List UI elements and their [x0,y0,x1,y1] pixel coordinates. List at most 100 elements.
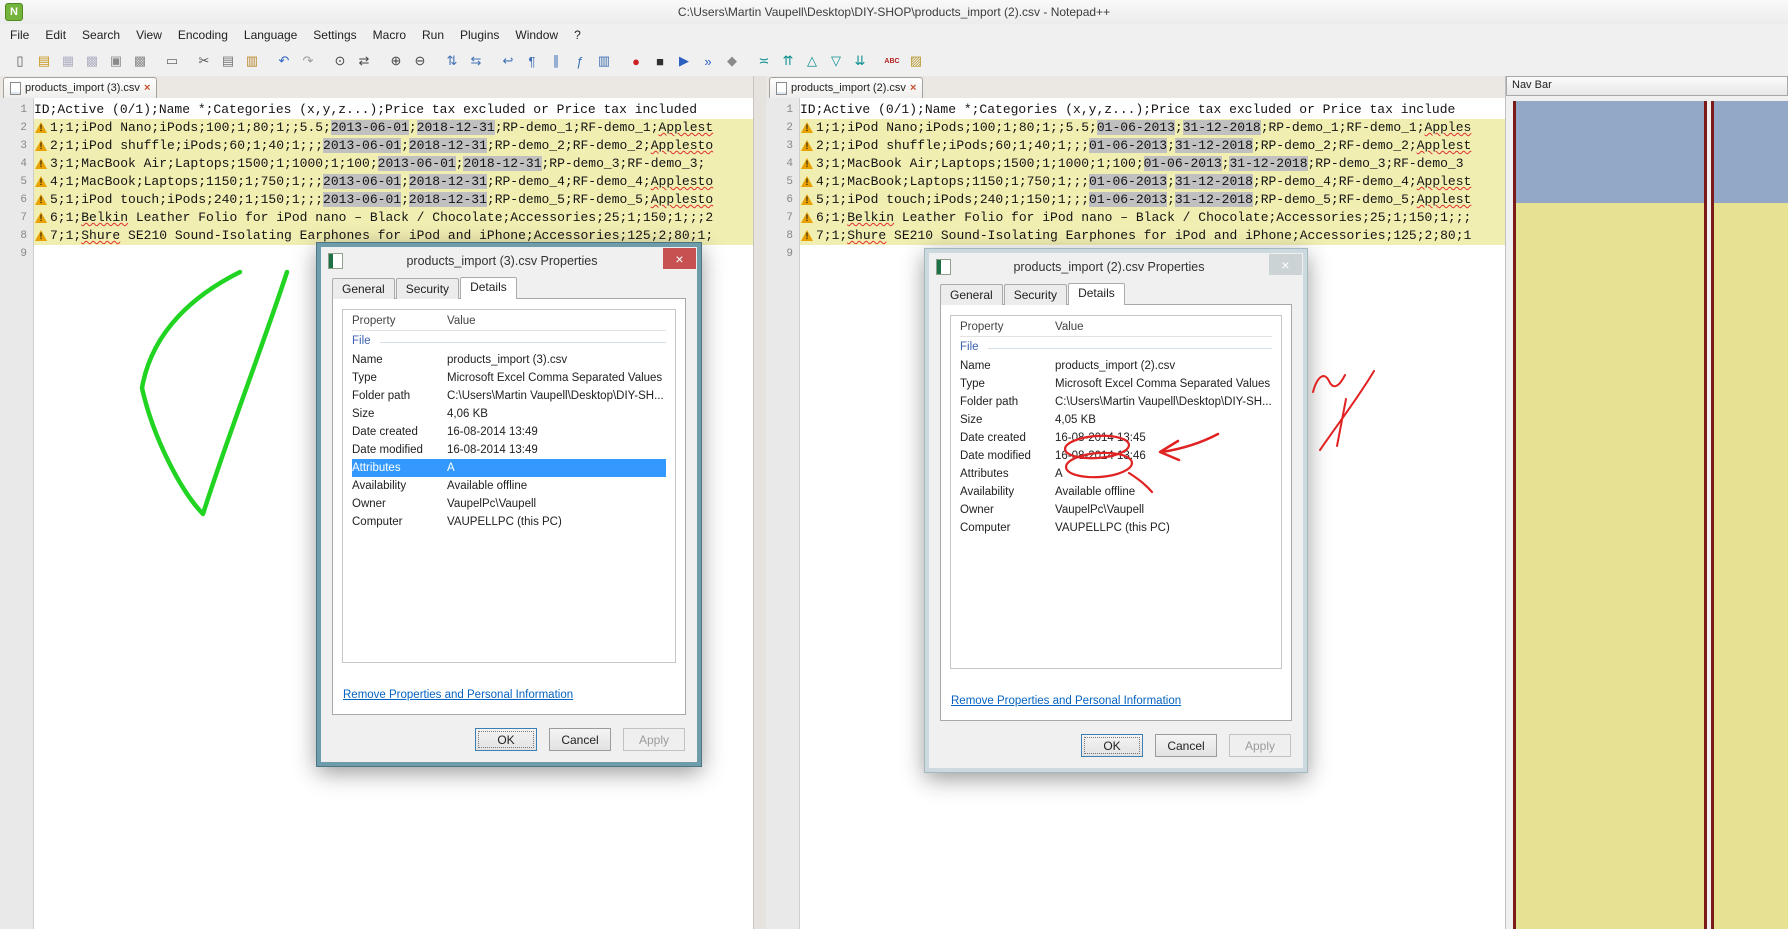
property-row-date-created[interactable]: Date created 16-08-2014 13:45 [960,429,1272,447]
menu-help[interactable]: ? [566,25,589,45]
new-file-icon[interactable]: ▯ [9,50,31,72]
property-row-owner[interactable]: Owner VaupelPc\Vaupell [960,501,1272,519]
sync-vertical-scroll-icon[interactable]: ⇅ [441,50,463,72]
nav-map-right-file[interactable] [1711,101,1788,929]
workspace: products_import (3).csv × 1 2 3 4 5 6 7 8 9 ID;A… [0,76,1788,929]
remove-properties-link[interactable]: Remove Properties and Personal Informati… [343,689,573,701]
play-macro-icon[interactable]: ▶ [673,50,695,72]
property-row-availability[interactable]: Availability Available offline [352,477,666,495]
sync-horizontal-scroll-icon[interactable]: ⇆ [465,50,487,72]
remove-properties-link[interactable]: Remove Properties and Personal Informati… [951,695,1181,707]
property-row-computer[interactable]: Computer VAUPELLPC (this PC) [352,513,666,531]
redo-icon[interactable]: ↷ [297,50,319,72]
property-row-date-modified[interactable]: Date modified 16-08-2014 13:49 [352,441,666,459]
compare-last-icon[interactable]: ⇊ [849,50,871,72]
property-row-type[interactable]: Type Microsoft Excel Comma Separated Valu… [352,369,666,387]
tab-products-import-2[interactable]: products_import (2).csv × [769,77,924,98]
nav-map-left-file[interactable] [1513,101,1707,929]
props-rows-right: Name products_import (2).csv Type Microsoft… [960,357,1272,537]
menu-macro[interactable]: Macro [365,25,414,45]
property-row-computer[interactable]: Computer VAUPELLPC (this PC) [960,519,1272,537]
menu-settings[interactable]: Settings [305,25,364,45]
copy-icon[interactable]: ▤ [217,50,239,72]
cancel-button[interactable]: Cancel [549,728,611,751]
stop-macro-icon[interactable]: ■ [649,50,671,72]
property-row-date-created[interactable]: Date created 16-08-2014 13:49 [352,423,666,441]
record-macro-icon[interactable]: ● [625,50,647,72]
tab-general[interactable]: General [940,284,1003,305]
notepadpp-icon[interactable]: N [5,3,23,21]
menu-language[interactable]: Language [236,25,305,45]
dialog-title: products_import (3).csv Properties [406,253,598,268]
dialog-title-bar[interactable]: products_import (2).csv Properties × [929,253,1303,280]
zoom-out-icon[interactable]: ⊖ [409,50,431,72]
cancel-button[interactable]: Cancel [1155,734,1217,757]
line-number: 3 [786,140,793,152]
function-list-icon[interactable]: ƒ [569,50,591,72]
ok-button[interactable]: OK [475,728,537,751]
spell-check-icon[interactable]: ABC [881,50,903,72]
open-file-icon[interactable]: ▤ [33,50,55,72]
tab-details[interactable]: Details [1068,283,1125,305]
property-row-owner[interactable]: Owner VaupelPc\Vaupell [352,495,666,513]
indent-guide-icon[interactable]: ∥ [545,50,567,72]
property-row-size[interactable]: Size 4,06 KB [352,405,666,423]
run-macro-multiple-icon[interactable]: » [697,50,719,72]
property-row-name[interactable]: Name products_import (2).csv [960,357,1272,375]
tab-general[interactable]: General [332,278,395,299]
menu-plugins[interactable]: Plugins [452,25,507,45]
save-file-icon[interactable]: ▦ [57,50,79,72]
compare-first-icon[interactable]: ⇈ [777,50,799,72]
save-macro-icon[interactable]: ◆ [721,50,743,72]
paste-icon[interactable]: ▥ [241,50,263,72]
property-row-name[interactable]: Name products_import (3).csv [352,351,666,369]
property-row-folder-path[interactable]: Folder path C:\Users\Martin Vaupell\Deskt… [960,393,1272,411]
document-map-icon[interactable]: ▥ [593,50,615,72]
menu-search[interactable]: Search [74,25,128,45]
tab-close-icon[interactable]: × [144,82,150,94]
print-icon[interactable]: ▭ [161,50,183,72]
property-row-date-modified[interactable]: Date modified 16-08-2014 13:46 [960,447,1272,465]
property-row-attributes[interactable]: Attributes A [352,459,666,477]
menu-edit[interactable]: Edit [37,25,74,45]
nav-block-changed [1714,203,1788,929]
menu-run[interactable]: Run [414,25,452,45]
gutter-right[interactable]: 1 2 3 4 5 6 7 8 9 [766,98,800,929]
property-row-size[interactable]: Size 4,05 KB [960,411,1272,429]
close-file-icon[interactable]: ▣ [105,50,127,72]
tab-security[interactable]: Security [1003,284,1068,305]
menu-file[interactable]: File [2,25,37,45]
property-row-type[interactable]: Type Microsoft Excel Comma Separated Valu… [960,375,1272,393]
compare-icon[interactable]: ≍ [753,50,775,72]
close-icon[interactable]: × [663,248,696,269]
menu-encoding[interactable]: Encoding [170,25,236,45]
title-bar: N C:\Users\Martin Vaupell\Desktop\DIY-SH… [0,0,1788,25]
tab-products-import-3[interactable]: products_import (3).csv × [3,77,158,98]
show-all-characters-icon[interactable]: ¶ [521,50,543,72]
cut-icon[interactable]: ✂ [193,50,215,72]
zoom-in-icon[interactable]: ⊕ [385,50,407,72]
property-row-availability[interactable]: Availability Available offline [960,483,1272,501]
menu-view[interactable]: View [128,25,170,45]
property-row-attributes[interactable]: Attributes A [960,465,1272,483]
property-row-folder-path[interactable]: Folder path C:\Users\Martin Vaupell\Deskt… [352,387,666,405]
save-all-icon[interactable]: ▩ [81,50,103,72]
changed-line-warning-icon [34,119,50,137]
tab-security[interactable]: Security [395,278,460,299]
gutter-left[interactable]: 1 2 3 4 5 6 7 8 9 [0,98,34,929]
compare-prev-icon[interactable]: △ [801,50,823,72]
close-all-icon[interactable]: ▩ [129,50,151,72]
dialog-title-bar[interactable]: products_import (3).csv Properties × [321,247,697,274]
document-icon [10,81,21,95]
compare-next-icon[interactable]: ▽ [825,50,847,72]
replace-icon[interactable]: ⇄ [353,50,375,72]
ok-button[interactable]: OK [1081,734,1143,757]
menu-window[interactable]: Window [507,25,566,45]
nav-bar-toggle-icon[interactable]: ▨ [905,50,927,72]
undo-icon[interactable]: ↶ [273,50,295,72]
tab-details[interactable]: Details [460,277,517,299]
word-wrap-icon[interactable]: ↩ [497,50,519,72]
find-icon[interactable]: ⊙ [329,50,351,72]
close-icon[interactable]: × [1269,254,1302,275]
tab-close-icon[interactable]: × [910,82,916,94]
